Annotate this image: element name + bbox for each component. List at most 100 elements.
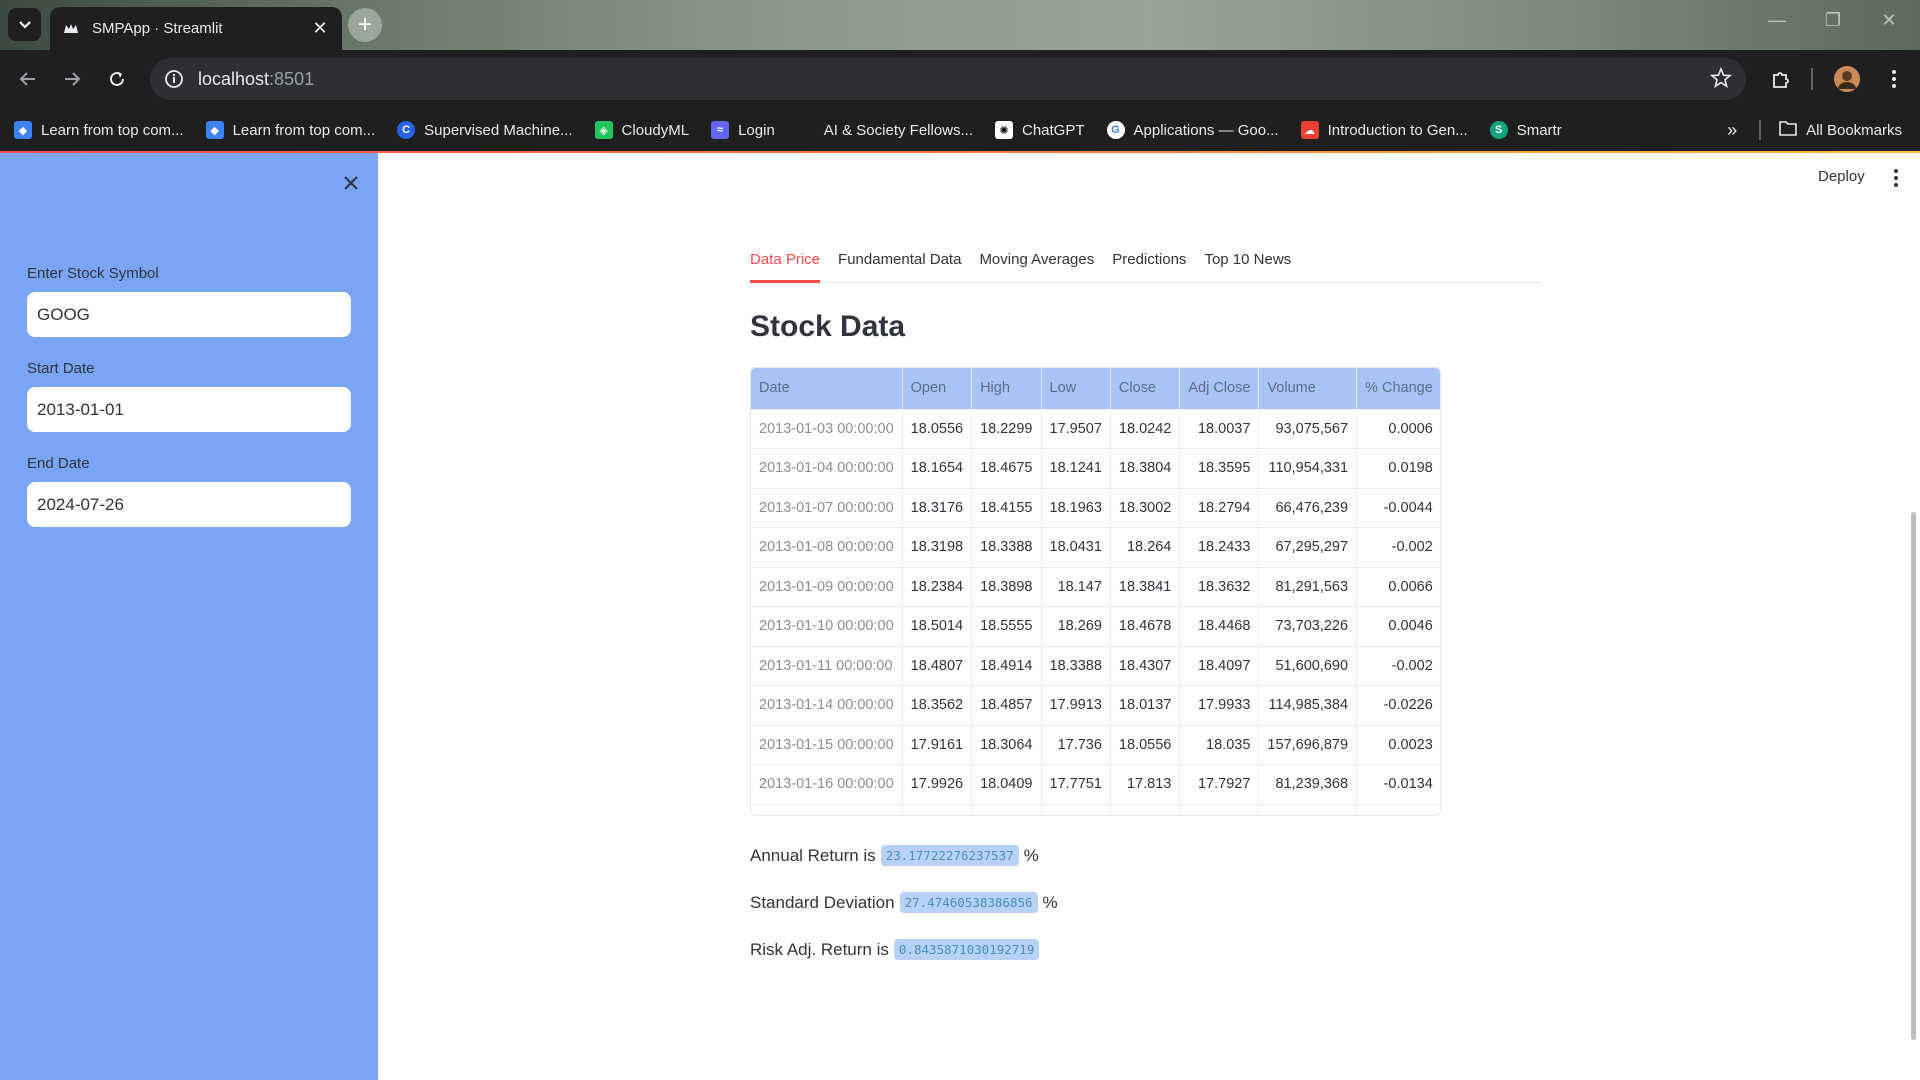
table-cell: 17.9913 [1041, 685, 1111, 725]
bookmark-label: Learn from top com... [41, 121, 184, 139]
sidebar: Enter Stock Symbol GOOG Start Date 2013-… [0, 153, 378, 1080]
plus-icon: + [357, 11, 372, 38]
table-cell: 18.5555 [971, 606, 1042, 646]
browser-tab-active[interactable]: SMPApp · Streamlit ✕ [50, 7, 342, 50]
table-cell: 17.9933 [1179, 685, 1260, 725]
standard-deviation-value: 27.47460538386856 [899, 892, 1038, 913]
table-row[interactable]: 2013-01-03 00:00:00 18.0556 18.2299 17.9507… [751, 408, 1440, 449]
start-date-input[interactable]: 2013-01-01 [27, 387, 351, 432]
table-cell: -0.0226 [1356, 685, 1440, 725]
page-title: Stock Data [750, 310, 906, 343]
more-vertical-icon [1892, 70, 1896, 88]
bookmark-item[interactable]: AI & Society Fellows... [797, 121, 973, 139]
table-cell: 2013-01-04 00:00:00 [751, 448, 903, 488]
toolbar-divider [1811, 68, 1813, 90]
url-text: localhost:8501 [198, 69, 314, 90]
percent-sign: % [1023, 845, 1039, 865]
table-row[interactable]: 2013-01-14 00:00:00 18.3562 18.4857 17.9913… [751, 685, 1440, 725]
tab-top-10-news[interactable]: Top 10 News [1204, 240, 1291, 283]
tab-predictions[interactable]: Predictions [1112, 240, 1186, 283]
bookmark-item[interactable]: ✺ ChatGPT [995, 121, 1085, 139]
bookmark-item[interactable]: ≈ Login [711, 121, 775, 139]
bookmark-star-icon[interactable] [1710, 67, 1732, 89]
table-cell: 17.7927 [1179, 764, 1260, 804]
tab-title: SMPApp · Streamlit [92, 20, 223, 37]
end-date-field: End Date 2024-07-26 [27, 455, 351, 527]
extensions-button[interactable] [1766, 64, 1796, 94]
bookmark-item[interactable]: ◆ Learn from top com... [14, 121, 184, 139]
column-header[interactable]: Volume [1258, 368, 1358, 409]
minimize-icon[interactable]: — [1762, 10, 1792, 31]
table-cell: 17.9161 [902, 724, 973, 765]
forward-button[interactable] [57, 64, 87, 94]
symbol-input[interactable]: GOOG [27, 292, 351, 337]
table-cell: 18.1654 [902, 448, 973, 488]
tab-fundamental-data[interactable]: Fundamental Data [838, 240, 961, 283]
all-bookmarks-link[interactable]: All Bookmarks [1806, 122, 1902, 139]
column-header[interactable]: High [971, 368, 1042, 409]
bookmark-label: CloudyML [621, 121, 690, 139]
back-button[interactable] [13, 64, 43, 94]
table-row[interactable]: 2013-01-04 00:00:00 18.1654 18.4675 18.1241… [751, 448, 1440, 488]
close-tab-icon[interactable]: ✕ [310, 18, 330, 39]
chatgpt-icon: ✺ [995, 121, 1013, 139]
table-cell: 18.264 [1110, 527, 1181, 567]
risk-adj-return-line: Risk Adj. Return is 0.8435871030192719 [750, 939, 1044, 960]
table-cell: 2013-01-09 00:00:00 [751, 566, 903, 607]
tab-data-price[interactable]: Data Price [750, 240, 821, 283]
bookmark-item[interactable]: S Smartr [1489, 121, 1562, 139]
google-cloud-icon: ☁ [1300, 121, 1319, 139]
tab-search-button[interactable] [8, 8, 41, 41]
table-cell: 17.7751 [1041, 764, 1111, 804]
sidebar-close-button[interactable] [337, 169, 365, 197]
browser-menu-button[interactable] [1879, 64, 1909, 94]
table-cell: 18.4097 [1179, 645, 1260, 686]
column-header[interactable]: Adj Close [1179, 368, 1260, 409]
table-row[interactable]: 2013-01-08 00:00:00 18.3198 18.3388 18.0431… [751, 527, 1440, 567]
new-tab-button[interactable]: + [348, 8, 382, 42]
profile-avatar[interactable] [1832, 64, 1862, 94]
table-row[interactable]: 2013-01-09 00:00:00 18.2384 18.3898 18.147 1… [751, 566, 1440, 607]
bookmark-item[interactable]: ◈ CloudyML [594, 121, 690, 139]
table-row[interactable]: 2013-01-16 00:00:00 17.9926 18.0409 17.7751… [751, 764, 1440, 804]
address-bar[interactable]: localhost:8501 [150, 58, 1746, 100]
column-header[interactable]: Open [902, 368, 973, 409]
table-cell: 18.0037 [1179, 408, 1260, 449]
table-cell: 17.9926 [902, 764, 973, 804]
table-cell: 81,291,563 [1258, 566, 1358, 607]
window-close-icon[interactable]: ✕ [1874, 10, 1904, 31]
table-row[interactable]: 2013-01-11 00:00:00 18.4807 18.4914 18.3388… [751, 645, 1440, 686]
column-header[interactable]: Date [751, 368, 903, 409]
table-cell: 18.4857 [971, 685, 1042, 725]
main-menu-button[interactable] [1886, 168, 1906, 188]
table-row[interactable]: 2013-01-10 00:00:00 18.5014 18.5555 18.269 1… [751, 606, 1440, 646]
table-cell: 2013-01-03 00:00:00 [751, 408, 903, 449]
reload-button[interactable] [102, 64, 132, 94]
chevron-double-right-icon[interactable]: » [1727, 120, 1737, 141]
coursera-icon: ◆ [14, 121, 32, 139]
bookmark-item[interactable]: C Supervised Machine... [397, 121, 573, 139]
deploy-button[interactable]: Deploy [1818, 168, 1865, 185]
restore-icon[interactable]: ❐ [1818, 10, 1848, 31]
tab-moving-averages[interactable]: Moving Averages [979, 240, 1094, 283]
column-header[interactable]: Close [1110, 368, 1181, 409]
chevron-down-icon [18, 20, 31, 29]
reload-icon [110, 71, 124, 86]
table-row[interactable]: 2013-01-07 00:00:00 18.3176 18.4155 18.1963… [751, 487, 1440, 528]
page-scrollbar[interactable] [1911, 512, 1916, 1040]
table-row[interactable]: 2013-01-15 00:00:00 17.9161 18.3064 17.736 1… [751, 724, 1440, 765]
table-cell: 18.4914 [971, 645, 1042, 686]
column-header[interactable]: Low [1041, 368, 1111, 409]
bookmark-item[interactable]: ☁ Introduction to Gen... [1300, 121, 1468, 139]
bookmark-item[interactable]: ◆ Learn from top com... [205, 121, 375, 139]
site-info-icon[interactable] [164, 69, 184, 89]
table-cell: 2013-01-15 00:00:00 [751, 724, 903, 765]
end-date-input[interactable]: 2024-07-26 [27, 482, 351, 527]
browser-tab-bar: SMPApp · Streamlit ✕ + — ❐ ✕ [0, 0, 1920, 50]
bookmark-item[interactable]: G Applications — Goo... [1106, 121, 1279, 139]
table-cell: 17.736 [1041, 724, 1111, 765]
start-date-label: Start Date [27, 360, 95, 377]
stock-data-table[interactable]: Date Open High Low Close Adj Close Volume% Cha… [750, 367, 1441, 816]
column-header[interactable]: % Change [1356, 368, 1440, 409]
start-date-value: 2013-01-01 [37, 399, 124, 419]
